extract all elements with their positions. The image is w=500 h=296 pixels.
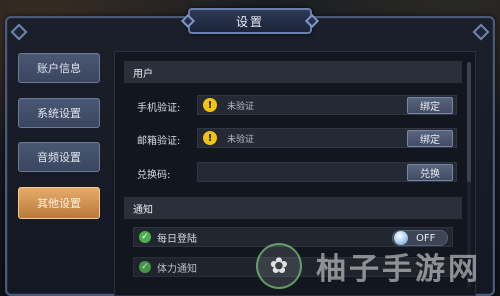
- site-watermark: ✿ 柚子手游网: [256, 238, 494, 294]
- warning-icon: !: [203, 131, 217, 145]
- redeem-code-label: 兑换码:: [137, 170, 171, 181]
- bind-email-button[interactable]: 绑定: [407, 130, 453, 147]
- sidebar-item-label: 系统设置: [37, 107, 81, 120]
- email-verify-label: 邮箱验证:: [137, 136, 181, 147]
- corner-ornament-left: [10, 23, 28, 41]
- watermark-text: 柚子手游网: [316, 252, 481, 287]
- check-icon: ✓: [139, 261, 151, 273]
- section-title: 用户: [133, 68, 153, 80]
- sidebar-item-system[interactable]: 系统设置: [18, 98, 100, 128]
- title-plate: 设置: [180, 8, 320, 34]
- phone-verify-status: 未验证: [227, 101, 255, 112]
- sidebar-item-account[interactable]: 账户信息: [18, 53, 100, 83]
- phone-verify-label: 手机验证:: [137, 103, 181, 114]
- email-verify-status: 未验证: [227, 134, 255, 145]
- scrollbar-thumb[interactable]: [467, 62, 471, 182]
- notify-label: 每日登陆: [157, 233, 197, 245]
- section-header-notify: 通知: [124, 197, 462, 219]
- section-header-user: 用户: [124, 61, 462, 83]
- warning-icon: !: [203, 98, 217, 112]
- page-title: 设置: [235, 14, 264, 29]
- email-verify-field: ! 未验证 绑定: [197, 128, 457, 148]
- corner-ornament-right: [472, 23, 490, 41]
- sidebar-item-label: 账户信息: [37, 62, 81, 75]
- check-icon: ✓: [139, 231, 151, 243]
- notify-label: 体力通知: [157, 263, 197, 275]
- sidebar-item-label: 音频设置: [37, 151, 81, 164]
- sidebar-item-audio[interactable]: 音频设置: [18, 142, 100, 172]
- watermark-logo-icon: ✿: [256, 243, 302, 289]
- redeem-button[interactable]: 兑换: [407, 164, 453, 181]
- bind-phone-button[interactable]: 绑定: [407, 97, 453, 114]
- phone-verify-field: ! 未验证 绑定: [197, 95, 457, 115]
- sidebar-item-other[interactable]: 其他设置: [18, 187, 100, 219]
- section-title: 通知: [133, 204, 153, 216]
- sidebar-item-label: 其他设置: [37, 197, 81, 210]
- redeem-code-input[interactable]: 兑换: [197, 162, 457, 182]
